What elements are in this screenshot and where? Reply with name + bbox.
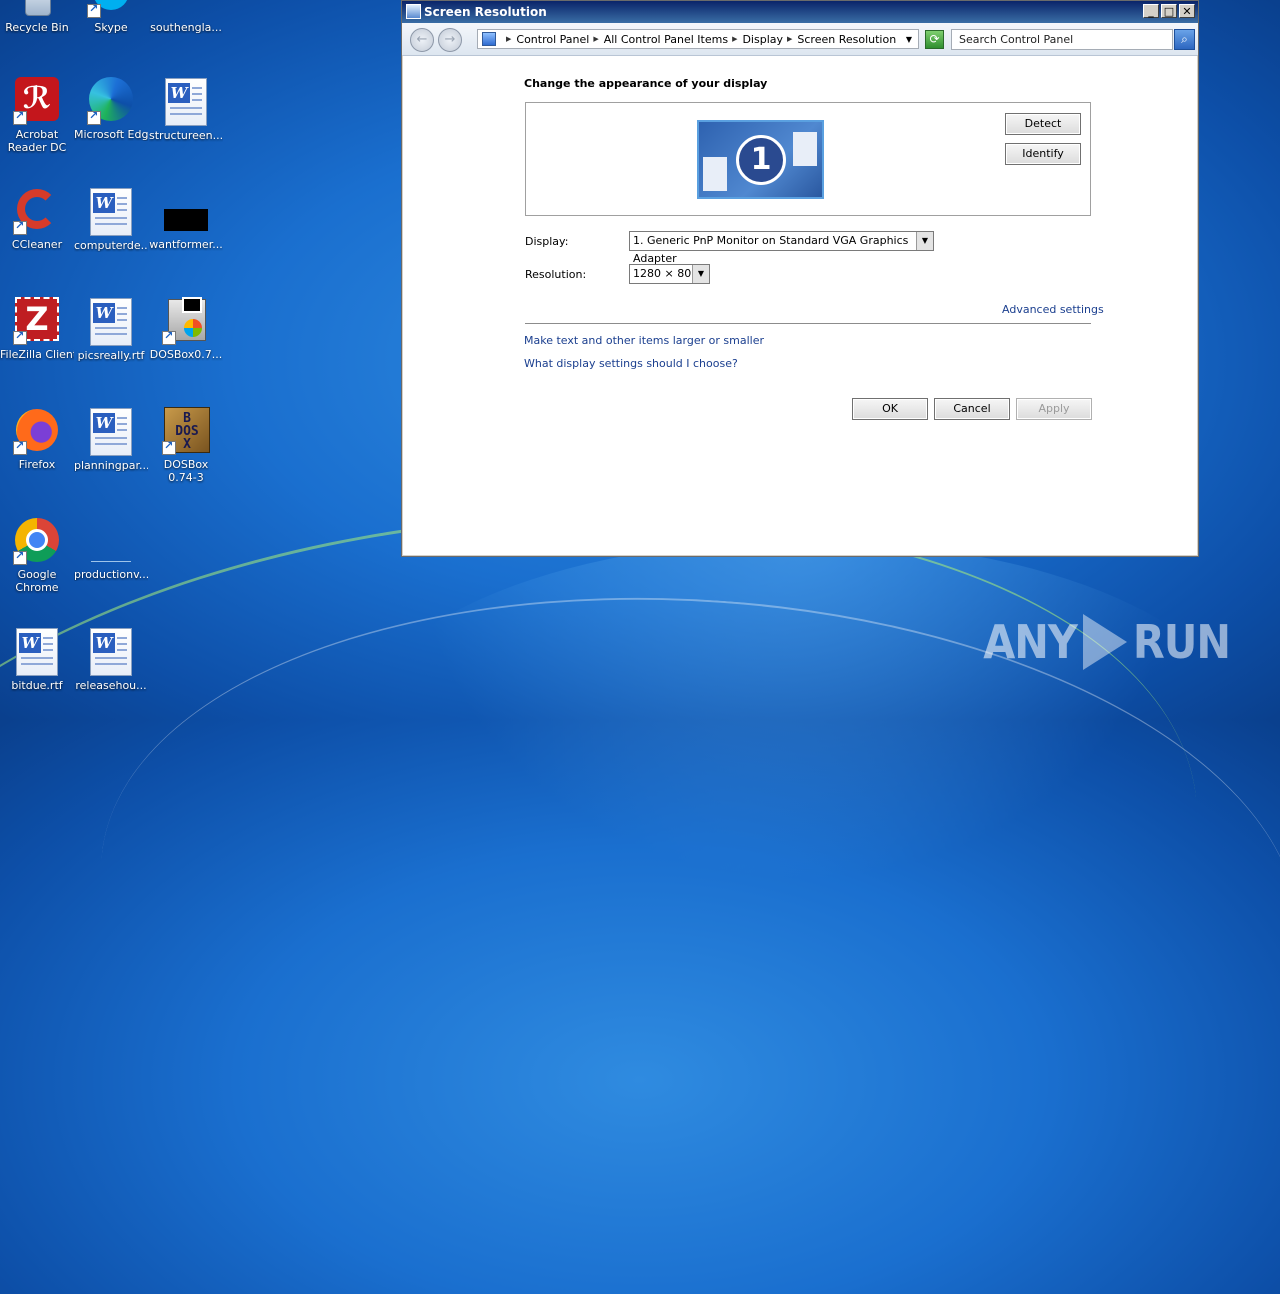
chevron-down-icon[interactable]: ▼ <box>916 232 933 250</box>
desktop-icon-skype[interactable]: Skype <box>74 0 148 34</box>
desktop-icon-structureen[interactable]: W structureen... <box>149 77 223 142</box>
desktop-icon-computerde[interactable]: W computerde... <box>74 187 148 252</box>
desktop-icon-southengla[interactable]: southengla... <box>149 0 223 34</box>
desktop-icon-planningpar[interactable]: W planningpar... <box>74 407 148 472</box>
cancel-button[interactable]: Cancel <box>934 398 1010 420</box>
display-select-value: 1. Generic PnP Monitor on Standard VGA G… <box>633 234 909 265</box>
desktop-icon-productionv[interactable]: productionv... <box>74 517 148 581</box>
display-preview: 1 Detect Identify <box>525 102 1091 216</box>
desktop-icon-recycle-bin[interactable]: Recycle Bin <box>0 0 74 34</box>
chevron-right-icon[interactable]: ▶ <box>593 35 598 43</box>
ok-button[interactable]: OK <box>852 398 928 420</box>
black-file-icon <box>162 187 210 235</box>
word-document-icon: W <box>87 408 135 456</box>
display-select[interactable]: 1. Generic PnP Monitor on Standard VGA G… <box>629 231 934 265</box>
ccleaner-icon <box>13 187 61 235</box>
help-link[interactable]: What display settings should I choose? <box>524 357 738 370</box>
skype-icon <box>87 0 135 18</box>
anyrun-watermark: ANY RUN <box>983 614 1231 670</box>
desktop-icon-chrome[interactable]: Google Chrome <box>0 517 74 594</box>
chrome-icon <box>13 517 61 565</box>
word-document-icon: W <box>87 188 135 236</box>
window-title: Screen Resolution <box>424 5 547 19</box>
search-input[interactable]: Search Control Panel <box>951 29 1173 50</box>
display-icon <box>406 4 421 19</box>
resolution-select-value: 1280 × 800 <box>633 267 699 280</box>
edge-icon <box>87 77 135 125</box>
forward-button[interactable]: → <box>438 28 462 52</box>
chevron-right-icon[interactable]: ▶ <box>732 35 737 43</box>
acrobat-icon: ℛ <box>13 77 61 125</box>
main-content: Change the appearance of your display 1 … <box>402 56 1198 556</box>
desktop-icon-wantformer[interactable]: wantformer... <box>149 187 223 251</box>
desktop-icon-firefox[interactable]: Firefox <box>0 407 74 471</box>
monitor-1[interactable]: 1 <box>697 120 824 199</box>
desktop-icon-picsreally[interactable]: W picsreally.rtf <box>74 297 148 362</box>
chevron-down-icon[interactable]: ▼ <box>692 265 709 283</box>
breadcrumb-all-items[interactable]: All Control Panel Items <box>604 33 728 46</box>
word-document-icon: W <box>87 628 135 676</box>
search-icon[interactable]: ⌕ <box>1174 29 1195 50</box>
window-thumbnail <box>793 132 817 166</box>
maximize-button[interactable]: □ <box>1161 4 1177 18</box>
window-controls: _ □ ✕ <box>1143 4 1195 18</box>
screen-resolution-window: Screen Resolution _ □ ✕ ← → ▶ Control Pa… <box>401 0 1199 557</box>
detect-button[interactable]: Detect <box>1005 113 1081 135</box>
page-title: Change the appearance of your display <box>524 77 768 90</box>
refresh-button[interactable]: ⟳ <box>925 30 944 49</box>
chevron-right-icon[interactable]: ▶ <box>506 35 511 43</box>
dosbox-icon: B DOS X <box>162 407 210 455</box>
navigation-bar: ← → ▶ Control Panel ▶ All Control Panel … <box>402 23 1198 56</box>
identify-button[interactable]: Identify <box>1005 143 1081 165</box>
back-button[interactable]: ← <box>410 28 434 52</box>
address-bar[interactable]: ▶ Control Panel ▶ All Control Panel Item… <box>477 29 919 49</box>
text-size-link[interactable]: Make text and other items larger or smal… <box>524 334 764 347</box>
divider <box>525 323 1091 324</box>
display-label: Display: <box>525 235 569 248</box>
desktop-icon-bitdue[interactable]: W bitdue.rtf <box>0 627 74 692</box>
resolution-select[interactable]: 1280 × 800 ▼ <box>629 264 710 284</box>
play-icon <box>1082 614 1127 670</box>
apply-button[interactable]: Apply <box>1016 398 1092 420</box>
word-document-icon: W <box>162 78 210 126</box>
filezilla-icon: Z <box>13 297 61 345</box>
breadcrumb-control-panel[interactable]: Control Panel <box>516 33 589 46</box>
word-document-icon: W <box>87 298 135 346</box>
desktop-icon-dosbox[interactable]: BDOSX DOSBox 0.74-3 <box>149 407 223 484</box>
window-thumbnail <box>703 157 727 191</box>
breadcrumb: ▶ Control Panel ▶ All Control Panel Item… <box>502 33 896 46</box>
breadcrumb-display[interactable]: Display <box>742 33 783 46</box>
control-panel-icon <box>482 32 496 46</box>
desktop-icon-releasehou[interactable]: W releasehou... <box>74 627 148 692</box>
title-bar[interactable]: Screen Resolution _ □ ✕ <box>402 1 1198 23</box>
desktop-icon-edge[interactable]: Microsoft Edge <box>74 77 148 141</box>
chevron-right-icon[interactable]: ▶ <box>787 35 792 43</box>
word-document-icon: W <box>13 628 61 676</box>
desktop-icon-acrobat[interactable]: ℛ Acrobat Reader DC <box>0 77 74 154</box>
recycle-bin-icon <box>13 0 61 18</box>
file-icon <box>162 0 210 18</box>
firefox-icon <box>13 407 61 455</box>
minimize-button[interactable]: _ <box>1143 4 1159 18</box>
installer-icon <box>162 297 210 345</box>
breadcrumb-screen-resolution[interactable]: Screen Resolution <box>797 33 896 46</box>
desktop-icon-dosbox-installer[interactable]: DOSBox0.7... <box>149 297 223 361</box>
blank-file-icon <box>87 517 135 565</box>
chevron-down-icon[interactable]: ▼ <box>906 35 912 44</box>
close-button[interactable]: ✕ <box>1179 4 1195 18</box>
desktop-icon-filezilla[interactable]: Z FileZilla Client <box>0 297 74 361</box>
advanced-settings-link[interactable]: Advanced settings <box>1002 303 1104 316</box>
desktop-icon-ccleaner[interactable]: CCleaner <box>0 187 74 251</box>
monitor-number: 1 <box>736 135 786 185</box>
resolution-label: Resolution: <box>525 268 587 281</box>
